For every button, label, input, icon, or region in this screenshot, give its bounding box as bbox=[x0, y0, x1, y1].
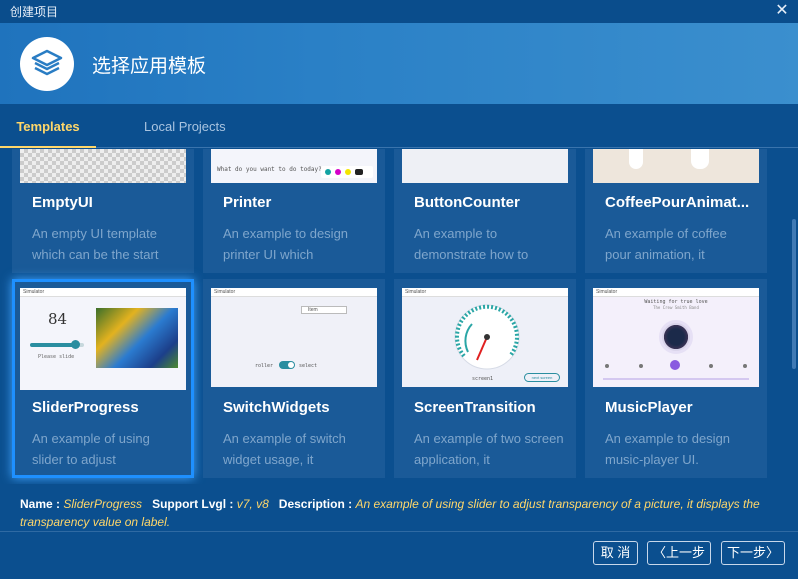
tab-bar: Templates Local Projects bbox=[0, 104, 798, 148]
template-name: CoffeePourAnimat... bbox=[605, 194, 750, 211]
thumbnail-value: 84 bbox=[48, 310, 68, 328]
thumbnail-next-button: next screen bbox=[524, 373, 560, 382]
dialog-footer: 取 消 〈上一步 下一步〉 bbox=[0, 531, 798, 579]
template-name: Printer bbox=[223, 194, 272, 211]
template-description: An example of switch widget usage, it bbox=[223, 431, 346, 467]
thumbnail-dropdown: Item bbox=[301, 306, 347, 314]
template-thumbnail: Simulator screen1 next screen bbox=[402, 288, 568, 387]
next-button[interactable]: 下一步〉 bbox=[721, 541, 785, 565]
thumbnail-label: Please slide bbox=[38, 354, 75, 360]
template-info: Name : SliderProgress Support Lvgl : v7,… bbox=[20, 495, 760, 531]
template-thumbnail bbox=[593, 149, 759, 183]
parrot-image bbox=[96, 308, 178, 368]
template-thumbnail: Simulator Item roller select bbox=[211, 288, 377, 387]
template-description: An example to design printer UI which bbox=[223, 226, 349, 262]
layers-icon bbox=[20, 37, 74, 91]
template-card-emptyui[interactable]: EmptyUI An empty UI template which can b… bbox=[12, 149, 194, 273]
thumbnail-text: What do you want to do today? bbox=[217, 166, 322, 173]
scrollbar-thumb[interactable] bbox=[792, 219, 796, 369]
thumbnail-window-title: Simulator bbox=[211, 288, 377, 297]
dialog-header: 选择应用模板 bbox=[0, 23, 798, 104]
template-thumbnail: Simulator Waiting for true love The Crew… bbox=[593, 288, 759, 387]
thumbnail-window-title: Simulator bbox=[402, 288, 568, 297]
template-name: ScreenTransition bbox=[414, 399, 536, 416]
template-grid: EmptyUI An empty UI template which can b… bbox=[0, 149, 790, 484]
previous-button[interactable]: 〈上一步 bbox=[647, 541, 711, 565]
template-card-printer[interactable]: What do you want to do today? Printer An… bbox=[203, 149, 385, 273]
grid-scrollbar[interactable] bbox=[790, 149, 798, 484]
template-name: EmptyUI bbox=[32, 194, 93, 211]
template-name: ButtonCounter bbox=[414, 194, 520, 211]
template-card-buttoncounter[interactable]: ButtonCounter An example to demonstrate … bbox=[394, 149, 576, 273]
template-name: MusicPlayer bbox=[605, 399, 693, 416]
template-name: SliderProgress bbox=[32, 399, 139, 416]
tab-templates[interactable]: Templates bbox=[0, 104, 96, 148]
thumbnail-caption: screen1 bbox=[472, 376, 494, 382]
cancel-button[interactable]: 取 消 bbox=[593, 541, 638, 565]
thumbnail-artist: The Crew Smith Band bbox=[653, 305, 699, 310]
template-thumbnail bbox=[402, 149, 568, 183]
template-card-screentransition[interactable]: Simulator screen1 next screen ScreenTran… bbox=[394, 279, 576, 478]
template-card-switchwidgets[interactable]: Simulator Item roller select SwitchWidge… bbox=[203, 279, 385, 478]
template-description: An example of coffee pour animation, it bbox=[605, 226, 727, 262]
template-description: An example to design music-player UI. bbox=[605, 431, 731, 467]
gauge-icon bbox=[454, 304, 520, 370]
template-card-sliderprogress[interactable]: Simulator 84 Please slide SliderProgress… bbox=[12, 279, 194, 478]
template-thumbnail bbox=[20, 149, 186, 183]
thumbnail-left-label: roller bbox=[255, 363, 274, 369]
close-icon[interactable]: ✕ bbox=[774, 3, 790, 19]
tab-local-projects[interactable]: Local Projects bbox=[144, 104, 226, 148]
template-description: An example to demonstrate how to bbox=[414, 226, 529, 262]
info-name-key: Name : bbox=[20, 497, 61, 511]
thumbnail-right-label: select bbox=[299, 363, 318, 369]
info-lvgl-value: v7, v8 bbox=[236, 497, 269, 511]
template-card-coffeepour[interactable]: CoffeePourAnimat... An example of coffee… bbox=[585, 149, 767, 273]
template-name: SwitchWidgets bbox=[223, 399, 330, 416]
thumbnail-window-title: Simulator bbox=[593, 288, 759, 297]
template-card-musicplayer[interactable]: Simulator Waiting for true love The Crew… bbox=[585, 279, 767, 478]
info-name-value: SliderProgress bbox=[63, 497, 143, 511]
window-titlebar: 创建项目 ✕ bbox=[0, 0, 798, 23]
template-thumbnail: What do you want to do today? bbox=[211, 149, 377, 183]
template-description: An empty UI template which can be the st… bbox=[32, 226, 159, 262]
template-description: An example of using slider to adjust bbox=[32, 431, 150, 467]
thumbnail-window-title: Simulator bbox=[20, 288, 186, 297]
window-title: 创建项目 bbox=[10, 5, 59, 19]
dialog-heading: 选择应用模板 bbox=[92, 56, 207, 77]
info-description-key: Description : bbox=[278, 497, 353, 511]
album-art bbox=[659, 320, 693, 354]
info-lvgl-key: Support Lvgl : bbox=[152, 497, 234, 511]
template-description: An example of two screen application, it bbox=[414, 431, 564, 467]
template-thumbnail: Simulator 84 Please slide bbox=[20, 288, 186, 390]
